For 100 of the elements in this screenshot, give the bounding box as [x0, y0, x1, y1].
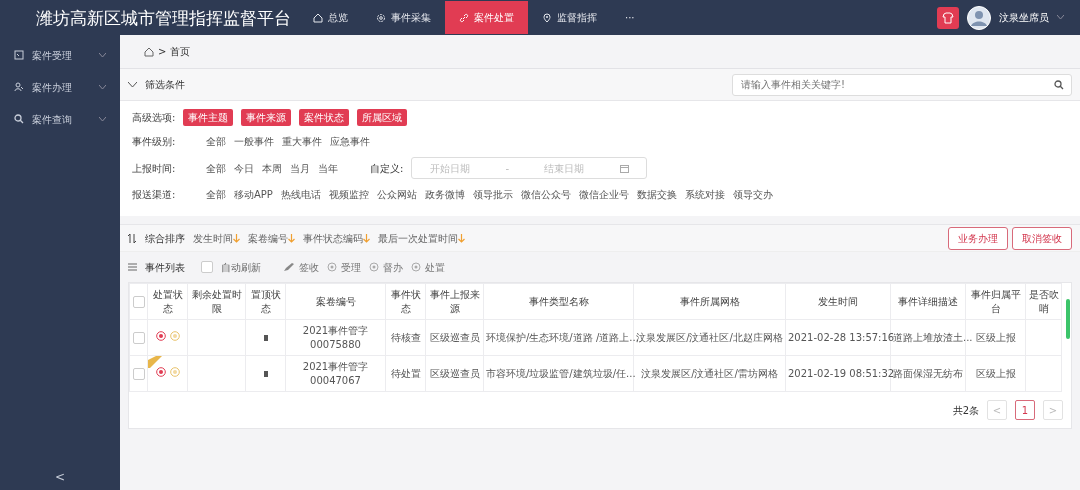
table-cell: 区级上报: [975, 367, 1016, 379]
checkbox[interactable]: [132, 295, 145, 308]
action-button[interactable]: 取消签收: [1012, 226, 1072, 250]
sidebar-item[interactable]: 案件办理: [0, 71, 120, 103]
checkbox[interactable]: [132, 367, 145, 380]
filter-option[interactable]: 系统对接: [684, 187, 725, 202]
table-cell: 汶泉发展区/汶通社区/雷坊网格: [641, 367, 778, 379]
filter-label: 事件级别:: [132, 135, 177, 149]
column-header: 案卷编号: [285, 283, 386, 320]
column-header: 置顶状态: [245, 283, 286, 320]
sidebar-item[interactable]: 案件受理: [0, 39, 120, 71]
column-header: 事件归属平台: [965, 283, 1026, 320]
filter-option[interactable]: 本周: [262, 160, 282, 176]
app-title: 潍坊高新区城市管理指挥监督平台: [36, 6, 291, 30]
filter-tag[interactable]: 所属区域: [357, 109, 408, 126]
gear-icon: [376, 12, 386, 23]
checkbox[interactable]: [201, 261, 213, 273]
menu-label: 案件查询: [32, 112, 73, 127]
filter-option[interactable]: 一般事件: [234, 134, 274, 149]
sort-icon: [128, 233, 137, 243]
list-title: 事件列表: [145, 260, 185, 275]
nav-tab[interactable]: ···: [611, 1, 649, 34]
link-icon: [459, 12, 469, 23]
action-button[interactable]: 业务办理: [948, 226, 1008, 250]
toolbar-action[interactable]: 督办: [383, 259, 403, 275]
circle-icon: [369, 262, 379, 272]
column-header: 事件所属网格: [633, 283, 786, 320]
table-cell: 市容环境/垃圾监管/建筑垃圾/任...: [486, 367, 636, 379]
nav-tab[interactable]: 监督指挥: [528, 1, 611, 34]
filter-option[interactable]: 视频监控: [328, 187, 369, 202]
filter-tag[interactable]: 案件状态: [299, 109, 350, 126]
column-header: 是否吹哨: [1025, 283, 1062, 320]
filter-label: 上报时间:: [132, 161, 177, 176]
filter-option[interactable]: 公众网站: [376, 187, 417, 202]
sort-option[interactable]: 事件状态编码: [303, 230, 363, 246]
down-arrow-icon: [458, 233, 465, 243]
shirt-button[interactable]: [937, 6, 959, 29]
status-icon: [155, 330, 166, 341]
filter-option[interactable]: 领导批示: [472, 187, 513, 202]
filter-option[interactable]: 全部: [206, 187, 226, 202]
user-name[interactable]: 汶泉坐席员: [999, 10, 1049, 25]
down-arrow-icon: [288, 233, 295, 243]
status-icon: [169, 366, 180, 377]
chevron-icon: [99, 52, 106, 58]
table-cell: 区级巡查员: [429, 367, 480, 379]
filter-label: 报送渠道:: [132, 188, 177, 202]
filter-tag[interactable]: 事件主题: [183, 109, 234, 126]
nav-tab[interactable]: 总览: [299, 1, 362, 34]
filter-option[interactable]: 当年: [318, 160, 338, 176]
filter-option[interactable]: 今日: [234, 160, 254, 176]
toolbar-action[interactable]: 签收: [299, 259, 319, 275]
breadcrumb-link[interactable]: 首页: [170, 44, 191, 59]
filter-option[interactable]: 当月: [290, 160, 310, 176]
page-button[interactable]: 1: [1015, 400, 1035, 420]
chevron-icon[interactable]: [128, 81, 137, 88]
collapse-button[interactable]: <: [0, 468, 120, 490]
search-icon: [1054, 79, 1064, 90]
calendar-icon: [619, 163, 629, 173]
filter-option[interactable]: 政务微博: [424, 187, 465, 202]
filter-option[interactable]: 应急事件: [330, 134, 370, 149]
search-field[interactable]: 请输入事件相关关键字!: [732, 73, 1072, 96]
filter-option[interactable]: 领导交办: [732, 187, 773, 202]
status-icon: [155, 366, 166, 377]
circle-icon: [327, 262, 337, 272]
chevron-icon: [99, 116, 106, 122]
filter-tag[interactable]: 事件来源: [241, 109, 292, 126]
pen-icon: [283, 262, 295, 272]
pin-marker-icon: [263, 334, 268, 341]
document-icon: [14, 50, 24, 60]
filter-option[interactable]: 热线电话: [280, 187, 321, 202]
list-icon: [128, 263, 137, 271]
filter-option[interactable]: 微信公众号: [520, 187, 571, 202]
table-cell: 待核查: [390, 331, 421, 343]
avatar-icon[interactable]: [967, 5, 991, 30]
sort-option[interactable]: 最后一次处置时间: [378, 230, 458, 246]
toolbar-action[interactable]: 处置: [425, 259, 445, 275]
sidebar-item[interactable]: 案件查询: [0, 103, 120, 135]
filter-option[interactable]: 全部: [206, 134, 226, 149]
person-icon: [14, 82, 24, 92]
scrollbar-thumb[interactable]: [1066, 299, 1070, 339]
search-icon: [14, 114, 24, 124]
menu-label: 案件办理: [32, 80, 73, 95]
sort-label: 综合排序: [145, 231, 185, 246]
menu-label: 案件受理: [32, 48, 73, 63]
status-icon: [169, 330, 180, 341]
toolbar-action[interactable]: 受理: [341, 259, 361, 275]
column-header: 处置状态: [147, 283, 188, 320]
chevron-icon: [99, 84, 106, 90]
checkbox[interactable]: [132, 331, 145, 344]
nav-tab[interactable]: 案件处置: [445, 1, 528, 34]
nav-tab[interactable]: 事件采集: [362, 1, 445, 34]
sort-option[interactable]: 发生时间: [193, 230, 233, 246]
filter-option[interactable]: 全部: [206, 160, 226, 176]
filter-option[interactable]: 移动APP: [234, 187, 273, 202]
down-arrow-icon: [233, 233, 240, 243]
sort-option[interactable]: 案卷编号: [248, 230, 288, 246]
filter-option[interactable]: 重大事件: [282, 134, 322, 149]
filter-option[interactable]: 数据交换: [636, 187, 677, 202]
column-header: 发生时间: [785, 283, 891, 320]
filter-option[interactable]: 微信企业号: [578, 187, 629, 202]
